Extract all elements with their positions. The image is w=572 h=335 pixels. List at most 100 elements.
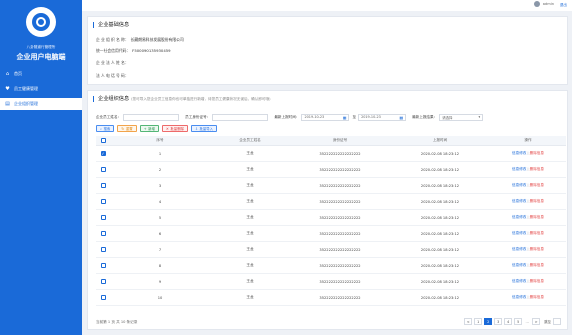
edit-link[interactable]: 信息修改 [512, 279, 526, 283]
toolbar: ⌕ 搜索 ↻ 重置 + 新增 ✕ 批量删除 ⇩ 批量导入 [96, 125, 220, 132]
row-checkbox-cell [96, 183, 110, 188]
cell-time: 2020-02-08 18:23:12 [420, 231, 460, 236]
date-from-input[interactable]: 2019-10-23 ▦ [301, 113, 350, 121]
cell-actions: 信息修改|删除信息 [490, 263, 566, 268]
row-checkbox[interactable] [100, 199, 106, 204]
sidebar-item-home[interactable]: ⌂ 首页 [0, 68, 82, 80]
delete-link[interactable]: 删除信息 [530, 279, 544, 283]
import-icon: ⇩ [194, 126, 198, 131]
edit-link[interactable]: 信息修改 [512, 199, 526, 203]
next-page-button[interactable]: > [532, 318, 541, 325]
edit-link[interactable]: 信息修改 [512, 151, 526, 155]
delete-link[interactable]: 删除信息 [530, 263, 544, 267]
cell-no: 5 [158, 215, 162, 220]
logo-icon [26, 7, 56, 37]
delete-link[interactable]: 删除信息 [530, 231, 544, 235]
legal-phone-row: 法 人 电 话 号 码： [96, 73, 129, 79]
cell-id: 352222222222222222 [319, 279, 361, 284]
delete-link[interactable]: 删除信息 [530, 167, 544, 171]
add-button[interactable]: + 新增 [139, 125, 159, 132]
batch-import-button[interactable]: ⇩ 批量导入 [190, 125, 218, 132]
sidebar-item-org[interactable]: ▤ 企业组织管理 [0, 98, 82, 110]
id-filter-input[interactable] [212, 113, 269, 121]
cell-no: 10 [157, 295, 163, 300]
edit-link[interactable]: 信息修改 [512, 247, 526, 251]
action-separator: | [527, 279, 529, 283]
table-row: 6 王龙 352222222222222222 2020-02-08 18:23:12… [96, 226, 566, 242]
sidebar-item-health[interactable]: ♥ 员工健康管理 [0, 83, 82, 95]
cell-name: 王龙 [246, 247, 254, 251]
reset-button[interactable]: ↻ 重置 [117, 125, 137, 132]
logout-link[interactable]: 退出 [560, 3, 567, 8]
row-checkbox-cell [96, 279, 110, 284]
cell-id: 352222222222222222 [319, 151, 361, 156]
home-icon: ⌂ [5, 70, 10, 77]
edit-link[interactable]: 信息修改 [512, 263, 526, 267]
col-header-name: 企业员工姓名 [239, 138, 261, 142]
cell-time: 2020-02-08 18:23:12 [420, 215, 460, 220]
col-header-time: 上报时间 [432, 138, 448, 142]
delete-link[interactable]: 删除信息 [530, 295, 544, 299]
search-button[interactable]: ⌕ 搜索 [96, 125, 115, 132]
delete-link[interactable]: 删除信息 [530, 247, 544, 251]
goto-page-input[interactable] [553, 318, 561, 325]
row-checkbox-cell [96, 263, 110, 268]
row-checkbox[interactable] [100, 279, 106, 284]
row-checkbox-cell: ✓ [96, 151, 110, 156]
row-checkbox[interactable] [100, 231, 106, 236]
delete-link[interactable]: 删除信息 [530, 183, 544, 187]
cell-id: 352222222222222222 [319, 215, 361, 220]
batch-import-label: 批量导入 [199, 127, 214, 131]
prev-page-button[interactable]: < [464, 318, 473, 325]
delete-link[interactable]: 删除信息 [530, 215, 544, 219]
top-bar: admin 退出 [82, 0, 572, 11]
page-4-button[interactable]: 4 [504, 318, 513, 325]
row-checkbox[interactable] [100, 247, 106, 252]
system-title: 企业用户电脑端 [16, 53, 66, 61]
org-title-note: (您可导入您企业员工信息你也可单独进行新增，待您员工健康状况无误后，确认即可哦) [131, 97, 271, 101]
action-separator: | [527, 151, 529, 155]
action-separator: | [527, 183, 529, 187]
date-range-separator: 至 [352, 114, 357, 119]
select-all-checkbox[interactable] [100, 138, 106, 143]
delete-link[interactable]: 删除信息 [530, 151, 544, 155]
edit-link[interactable]: 信息修改 [512, 215, 526, 219]
table-row: 7 王龙 352222222222222222 2020-02-08 18:23:12… [96, 242, 566, 258]
cell-no: 7 [158, 247, 162, 252]
page-2-button[interactable]: 2 [484, 318, 493, 325]
batch-delete-button[interactable]: ✕ 批量删除 [161, 125, 188, 132]
company-name-value: 长藏朗易科技发展股份有限公司 [130, 37, 184, 42]
page-1-button[interactable]: 1 [474, 318, 483, 325]
edit-link[interactable]: 信息修改 [512, 167, 526, 171]
col-header-no: 序号 [156, 138, 164, 142]
edit-link[interactable]: 信息修改 [512, 295, 526, 299]
row-checkbox-cell [96, 247, 110, 252]
pagination: < 1 2 3 4 5 ... > 跳至 [462, 318, 561, 325]
edit-link[interactable]: 信息修改 [512, 183, 526, 187]
cell-actions: 信息修改|删除信息 [490, 295, 566, 300]
date-to-input[interactable]: 2019-10-23 ▦ [358, 113, 407, 121]
row-checkbox[interactable]: ✓ [100, 151, 106, 156]
page-3-button[interactable]: 3 [494, 318, 503, 325]
row-checkbox[interactable] [100, 263, 106, 268]
table-body: ✓ 1 王龙 352222222222222222 2020-02-08 18:23:1… [96, 146, 566, 306]
row-checkbox[interactable] [100, 183, 106, 188]
row-checkbox[interactable] [100, 295, 106, 300]
chevron-down-icon: ▾ [478, 115, 481, 119]
username: admin [542, 2, 554, 6]
cell-time: 2020-02-08 18:23:12 [420, 295, 460, 300]
add-button-label: 新增 [148, 127, 155, 131]
delete-link[interactable]: 删除信息 [530, 199, 544, 203]
edit-link[interactable]: 信息修改 [512, 231, 526, 235]
row-checkbox[interactable] [100, 215, 106, 220]
row-checkbox-cell [96, 231, 110, 236]
user-menu[interactable]: admin [533, 1, 554, 7]
name-filter-input[interactable] [123, 113, 180, 121]
cell-id: 352222222222222222 [319, 199, 361, 204]
date-from-value: 2019-10-23 [304, 115, 325, 119]
page-5-button[interactable]: 5 [514, 318, 523, 325]
employee-table: 序号 企业员工姓名 身份证号 上报时间 操作 ✓ 1 王龙 3522222222222… [96, 136, 566, 306]
status-filter-select[interactable]: 请选择 ▾ [439, 113, 484, 121]
cell-actions: 信息修改|删除信息 [490, 151, 566, 156]
row-checkbox[interactable] [100, 167, 106, 172]
